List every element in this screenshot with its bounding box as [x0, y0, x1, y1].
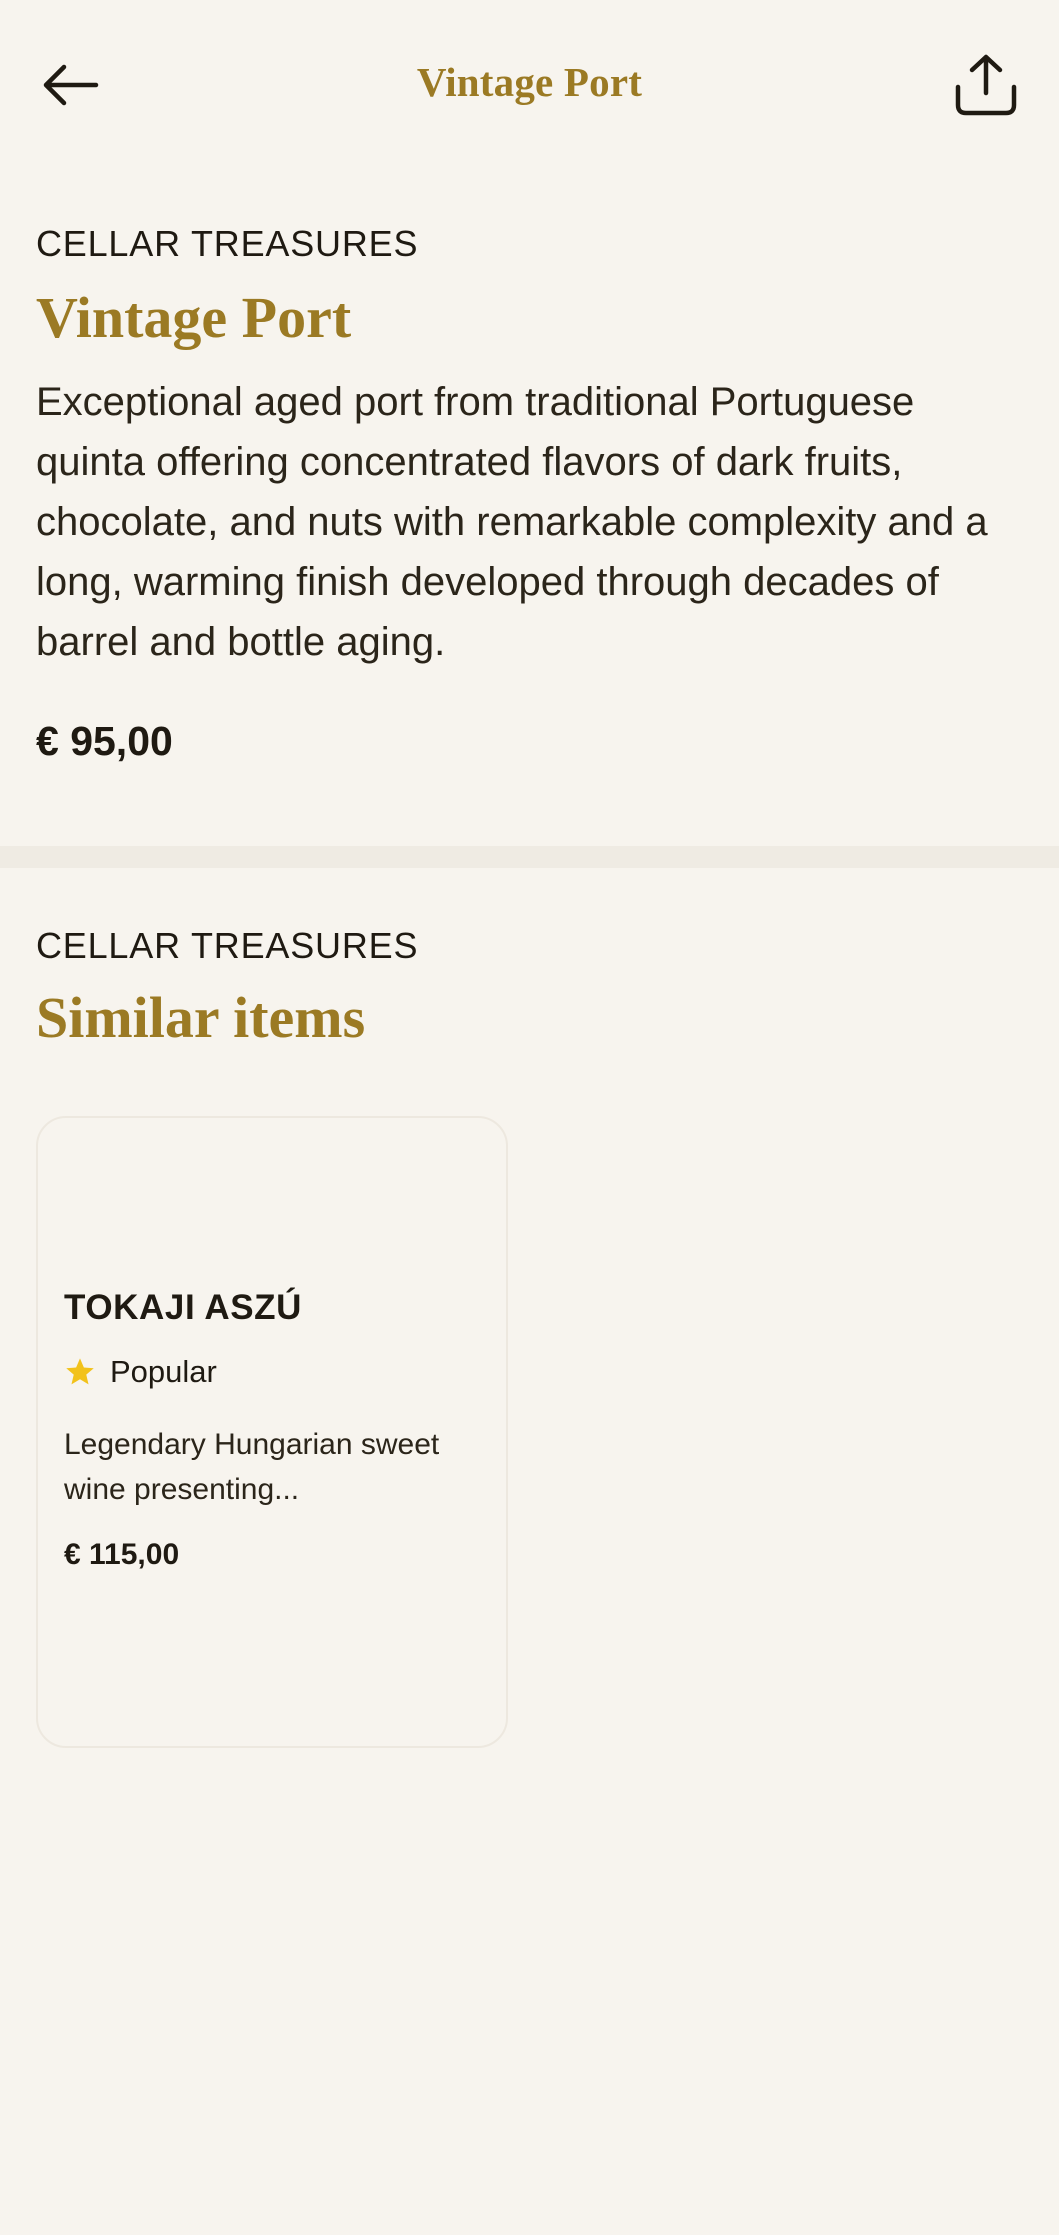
- product-price: € 95,00: [36, 718, 173, 764]
- header-title: Vintage Port: [416, 59, 643, 105]
- share-button[interactable]: [946, 45, 1026, 125]
- share-icon: [955, 54, 1017, 116]
- product-category: CELLAR TREASURES: [36, 223, 419, 264]
- similar-item-description: Legendary Hungarian sweet wine presentin…: [64, 1428, 440, 1506]
- arrow-left-icon: [43, 64, 99, 106]
- badge-label: Popular: [110, 1354, 217, 1389]
- similar-item-name: TOKAJI ASZÚ: [64, 1288, 303, 1327]
- similar-item-card[interactable]: TOKAJI ASZÚ Popular Legendary Hungarian …: [36, 1116, 508, 1748]
- product-name: Vintage Port: [36, 285, 352, 350]
- star-icon: [66, 1358, 94, 1385]
- similar-items-title: Similar items: [36, 985, 366, 1050]
- similar-item-price: € 115,00: [64, 1538, 180, 1571]
- similar-items-section: CELLAR TREASURES Similar items: [36, 924, 1026, 1054]
- product-description: Exceptional aged port from traditional P…: [36, 380, 988, 664]
- back-button[interactable]: [30, 45, 110, 125]
- app-header: Vintage Port: [0, 0, 1059, 170]
- section-divider: [0, 846, 1059, 868]
- popular-badge: Popular: [64, 1354, 217, 1390]
- similar-category: CELLAR TREASURES: [36, 925, 419, 966]
- product-details: CELLAR TREASURES Vintage Port Exceptiona…: [36, 222, 1026, 766]
